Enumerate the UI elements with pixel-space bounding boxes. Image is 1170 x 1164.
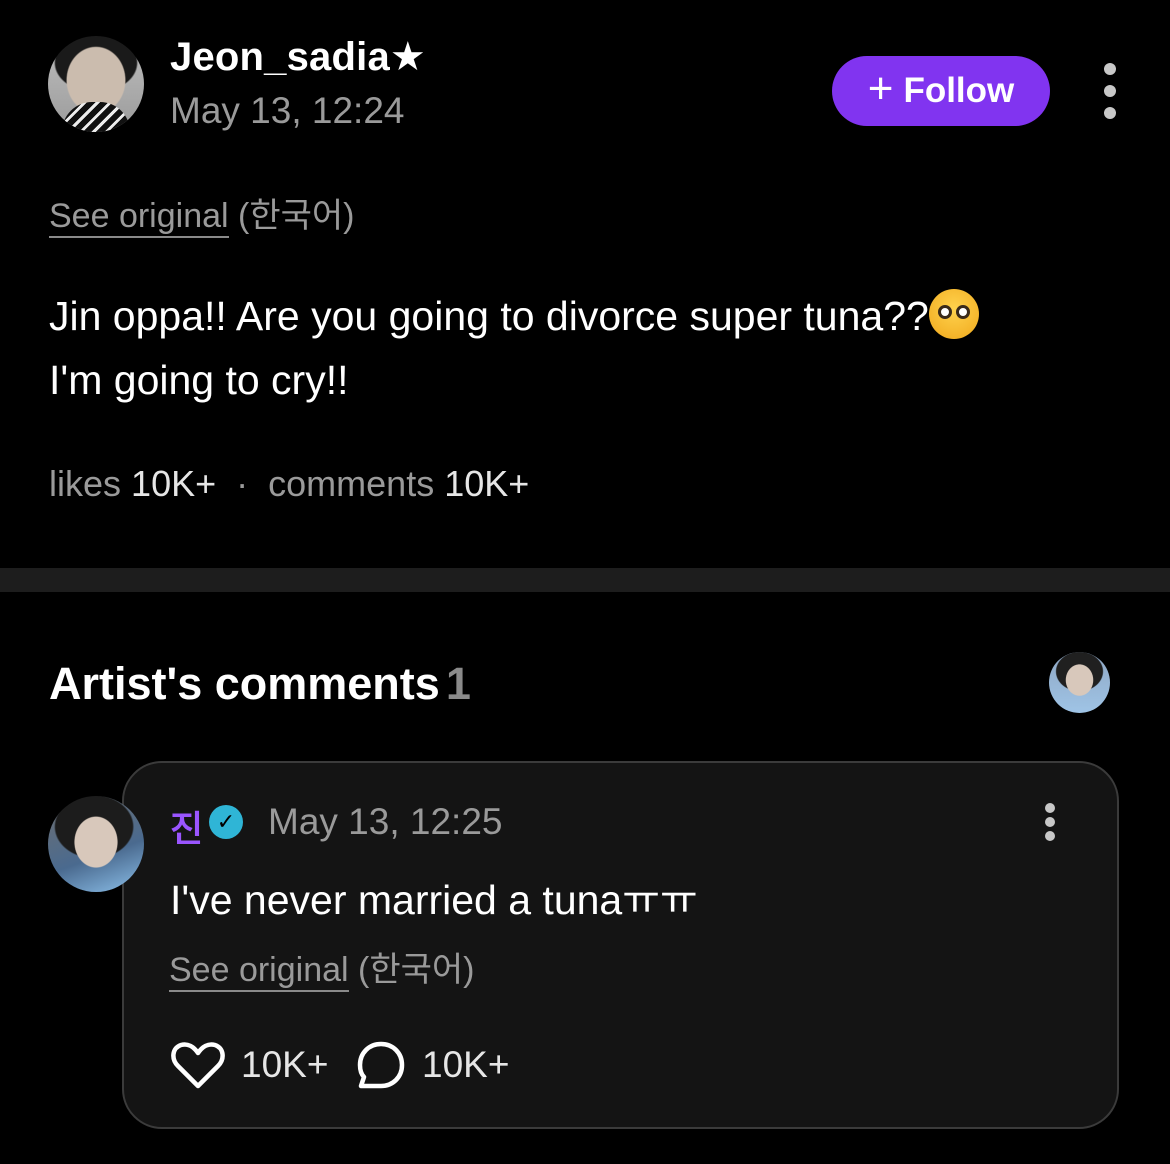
more-vertical-icon[interactable] [1103,63,1117,119]
see-original-link[interactable]: See original [169,951,349,992]
original-language: (한국어) [238,197,355,235]
plus-icon: + [867,64,894,113]
comment-like-count: 10K+ [241,1044,329,1085]
author-avatar[interactable] [48,36,144,132]
comments-label[interactable]: comments [268,463,434,504]
artist-avatar[interactable] [48,796,144,892]
comment-more-vertical-icon[interactable] [1044,803,1056,841]
see-original-link[interactable]: See original [49,197,229,238]
likes-count: 10K+ [131,463,217,504]
pleading-face-icon [928,289,979,339]
comment-timestamp: May 13, 12:25 [268,801,503,842]
post-body-line2: I'm going to cry!! [49,357,349,403]
verified-badge-icon: ✓ [209,805,243,839]
follow-button[interactable]: + Follow [832,56,1050,126]
artist-comments-label: Artist's comments [49,658,440,709]
comment-body: I've never married a tunaㅠㅠ [170,877,698,923]
follow-label: Follow [903,71,1015,110]
author-username[interactable]: Jeon_sadia★ [170,34,426,80]
original-language: (한국어) [358,951,475,989]
comments-count[interactable]: 10K+ [444,463,529,504]
see-original-comment[interactable]: See original (한국어) [169,942,475,992]
artist-avatar-small[interactable] [1049,652,1110,713]
speech-bubble-icon[interactable] [356,1040,406,1090]
section-divider [0,568,1170,592]
post-body: Jin oppa!! Are you going to divorce supe… [49,284,1129,412]
artist-comments-count: 1 [445,658,471,709]
comment-reply-count: 10K+ [422,1044,510,1085]
heart-icon[interactable] [171,1040,225,1090]
post-stats: likes 10K+ · comments 10K+ [49,463,529,505]
see-original-post[interactable]: See original (한국어) [49,188,355,238]
likes-label: likes [49,463,122,504]
comment-author-name[interactable]: 진 [170,800,203,852]
artist-comments-title: Artist's comments 1 [49,658,471,710]
stats-separator: · [236,463,249,504]
post-body-line1: Jin oppa!! Are you going to divorce supe… [49,293,929,339]
post-timestamp: May 13, 12:24 [170,90,405,131]
